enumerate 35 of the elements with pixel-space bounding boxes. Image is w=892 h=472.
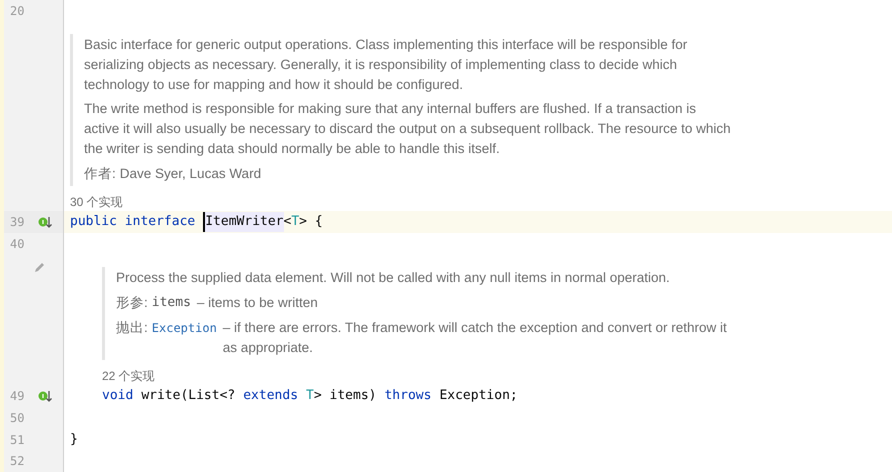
- code-token: T: [306, 387, 314, 406]
- code-token: void: [102, 387, 134, 406]
- doc-tag-text: – items to be written: [196, 294, 318, 312]
- doc-paragraph: The write method is responsible for making sure that any internal buffers are flushed. If a transaction is active it will also usually be necessary to discard the output on a subsequent rollback. The resource to which the writer is sending data should normally be able to handle this itself.: [84, 100, 732, 158]
- implemented-icon[interactable]: [38, 389, 52, 404]
- code-token: extends: [243, 387, 298, 406]
- doc-tag-text: Dave Syer, Lucas Ward: [120, 164, 262, 183]
- doc-tag-label: 形参:: [116, 294, 148, 312]
- code-token: }: [70, 430, 78, 449]
- doc-paragraph: Basic interface for generic output operations. Class implementing this interface will be responsible for serializing objects as necessary. Generally, it is responsibility of implementing class to decide which technology to use for mapping and how it should be configured.: [84, 36, 688, 94]
- usages-hint[interactable]: 22 个实现: [102, 367, 155, 386]
- code-token: > items): [314, 387, 376, 406]
- exception-link[interactable]: Exception: [152, 318, 217, 338]
- line-number: 39: [10, 214, 26, 232]
- line-number: 40: [10, 236, 26, 253]
- implemented-icon[interactable]: [38, 215, 52, 230]
- doc-tag-text: – if there are errors. The framework will catch the exception and convert or rethrow it as appropriate.: [222, 318, 728, 357]
- line-number: 51: [10, 432, 26, 449]
- code-token: throws: [384, 387, 432, 406]
- code-token: write(List<?: [141, 387, 236, 406]
- line-number: 20: [10, 2, 26, 20]
- doc-tag-label: 抛出:: [116, 318, 148, 337]
- parameter-name: items: [152, 294, 191, 312]
- code-token: T: [291, 213, 300, 232]
- doc-tag-label: 作者:: [84, 164, 116, 183]
- code-token: public interface: [70, 213, 196, 232]
- line-number: 49: [10, 388, 26, 406]
- code-token: Exception;: [439, 387, 518, 406]
- code-token: <: [284, 213, 292, 232]
- code-token: ItemWriter: [203, 212, 284, 232]
- code-token: > {: [299, 213, 323, 232]
- line-number: 52: [10, 453, 26, 470]
- usages-hint[interactable]: 30 个实现: [70, 193, 123, 212]
- line-number: 50: [10, 410, 26, 427]
- doc-paragraph: Process the supplied data element. Will not be called with any null items in normal operation.: [116, 268, 671, 287]
